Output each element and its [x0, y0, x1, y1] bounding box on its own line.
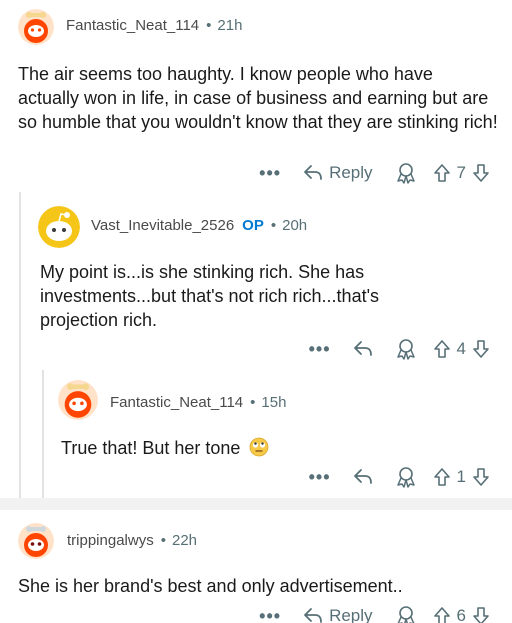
award-button[interactable]: [395, 162, 417, 184]
award-icon: [397, 606, 414, 623]
comment-actions: ••• Reply 6: [259, 604, 490, 623]
username[interactable]: trippingalwys: [67, 532, 154, 549]
comment-actions: ••• Reply 7: [259, 161, 490, 185]
reply-button[interactable]: [353, 468, 373, 486]
avatar[interactable]: [18, 523, 54, 559]
reply-button[interactable]: Reply: [303, 163, 373, 183]
award-button[interactable]: [395, 338, 417, 360]
username[interactable]: Vast_Inevitable_2526: [91, 217, 234, 234]
reply-icon: [353, 341, 372, 356]
award-icon: [396, 467, 415, 488]
reply-icon: [353, 469, 372, 484]
username[interactable]: Fantastic_Neat_114: [110, 394, 243, 411]
timestamp: 22h: [171, 532, 198, 549]
thread-line: [42, 370, 44, 498]
reply-icon: [304, 165, 322, 180]
award-icon: [396, 339, 415, 360]
upvote-icon[interactable]: [433, 606, 451, 623]
vote-controls: 4: [433, 339, 490, 359]
thread-separator: [0, 498, 512, 510]
vote-controls: 6: [433, 606, 490, 623]
comment-meta: trippingalwys • 22h: [67, 532, 197, 549]
avatar[interactable]: [38, 206, 80, 248]
downvote-icon[interactable]: [472, 163, 490, 183]
separator-dot: •: [270, 217, 277, 234]
award-button[interactable]: [395, 605, 417, 623]
comment-actions: ••• 4: [309, 337, 490, 361]
comment-meta: Fantastic_Neat_114 • 21h: [66, 17, 242, 34]
timestamp: 15h: [261, 394, 287, 411]
comment-body: She is her brand's best and only adverti…: [18, 576, 403, 596]
upvote-icon[interactable]: [433, 339, 451, 359]
vote-count: 6: [456, 606, 466, 623]
more-options-button[interactable]: •••: [309, 467, 331, 488]
downvote-icon[interactable]: [472, 606, 490, 623]
comment-meta: Vast_Inevitable_2526 OP • 20h: [91, 217, 307, 234]
comment-body-row: True that! But her tone: [61, 436, 269, 463]
separator-dot: •: [160, 532, 166, 549]
award-icon: [396, 163, 415, 184]
username[interactable]: Fantastic_Neat_114: [66, 17, 199, 34]
comment-body: My point is...is she stinking rich. She …: [40, 262, 380, 330]
thread-line: [19, 192, 21, 498]
downvote-icon[interactable]: [472, 467, 490, 487]
more-options-button[interactable]: •••: [309, 339, 331, 360]
downvote-icon[interactable]: [472, 339, 490, 359]
more-options-button[interactable]: •••: [259, 606, 281, 623]
op-badge: OP: [242, 217, 264, 234]
separator-dot: •: [250, 394, 256, 411]
reply-label: Reply: [329, 606, 373, 623]
separator-dot: •: [206, 17, 212, 34]
reply-label: Reply: [329, 163, 373, 182]
vote-count: 1: [456, 467, 466, 486]
comment-body: True that! But her tone: [61, 438, 241, 458]
vote-controls: 7: [433, 163, 490, 183]
avatar[interactable]: [18, 9, 54, 45]
award-button[interactable]: [395, 466, 417, 488]
timestamp: 20h: [282, 217, 308, 234]
more-options-button[interactable]: •••: [259, 163, 281, 184]
avatar[interactable]: [58, 380, 98, 420]
comment-actions: ••• 1: [309, 465, 490, 489]
vote-count: 7: [456, 163, 466, 182]
reply-button[interactable]: Reply: [303, 606, 373, 623]
reply-icon: [304, 608, 322, 623]
eye-roll-emoji-icon: [249, 437, 269, 463]
reply-button[interactable]: [353, 340, 373, 358]
timestamp: 21h: [217, 17, 243, 34]
upvote-icon[interactable]: [433, 163, 451, 183]
comment-meta: Fantastic_Neat_114 • 15h: [110, 394, 286, 411]
upvote-icon[interactable]: [433, 467, 451, 487]
vote-count: 4: [456, 339, 466, 358]
vote-controls: 1: [433, 467, 490, 487]
comment-body: The air seems too haughty. I know people…: [18, 64, 498, 132]
